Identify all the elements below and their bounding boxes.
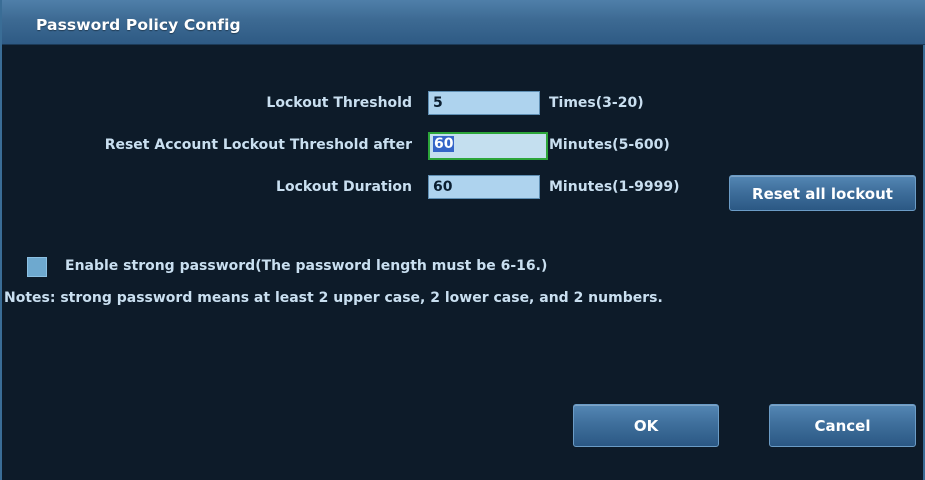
cancel-button[interactable]: Cancel [769, 404, 916, 447]
lockout-threshold-input[interactable]: 5 [428, 91, 540, 115]
ok-button[interactable]: OK [573, 404, 719, 447]
reset-after-label: Reset Account Lockout Threshold after [104, 137, 412, 153]
enable-strong-password-label: Enable strong password(The password leng… [65, 258, 548, 274]
lockout-duration-value: 60 [433, 179, 453, 195]
lockout-threshold-value: 5 [433, 95, 443, 111]
lockout-threshold-unit: Times(3-20) [549, 95, 644, 111]
lockout-threshold-label: Lockout Threshold [266, 95, 412, 111]
dialog-titlebar: Password Policy Config [2, 0, 925, 45]
reset-after-input[interactable]: 60 [428, 132, 548, 160]
lockout-duration-input[interactable]: 60 [428, 175, 540, 199]
dialog-title: Password Policy Config [36, 16, 241, 34]
password-policy-dialog: Password Policy Config Lockout Threshold… [0, 0, 925, 480]
reset-all-lockout-button[interactable]: Reset all lockout [729, 175, 916, 211]
reset-after-value: 60 [433, 136, 455, 152]
lockout-duration-unit: Minutes(1-9999) [549, 179, 680, 195]
reset-after-unit: Minutes(5-600) [549, 137, 670, 153]
strong-password-notes: Notes: strong password means at least 2 … [4, 290, 663, 306]
lockout-duration-label: Lockout Duration [276, 179, 412, 195]
enable-strong-password-checkbox[interactable] [27, 257, 47, 277]
